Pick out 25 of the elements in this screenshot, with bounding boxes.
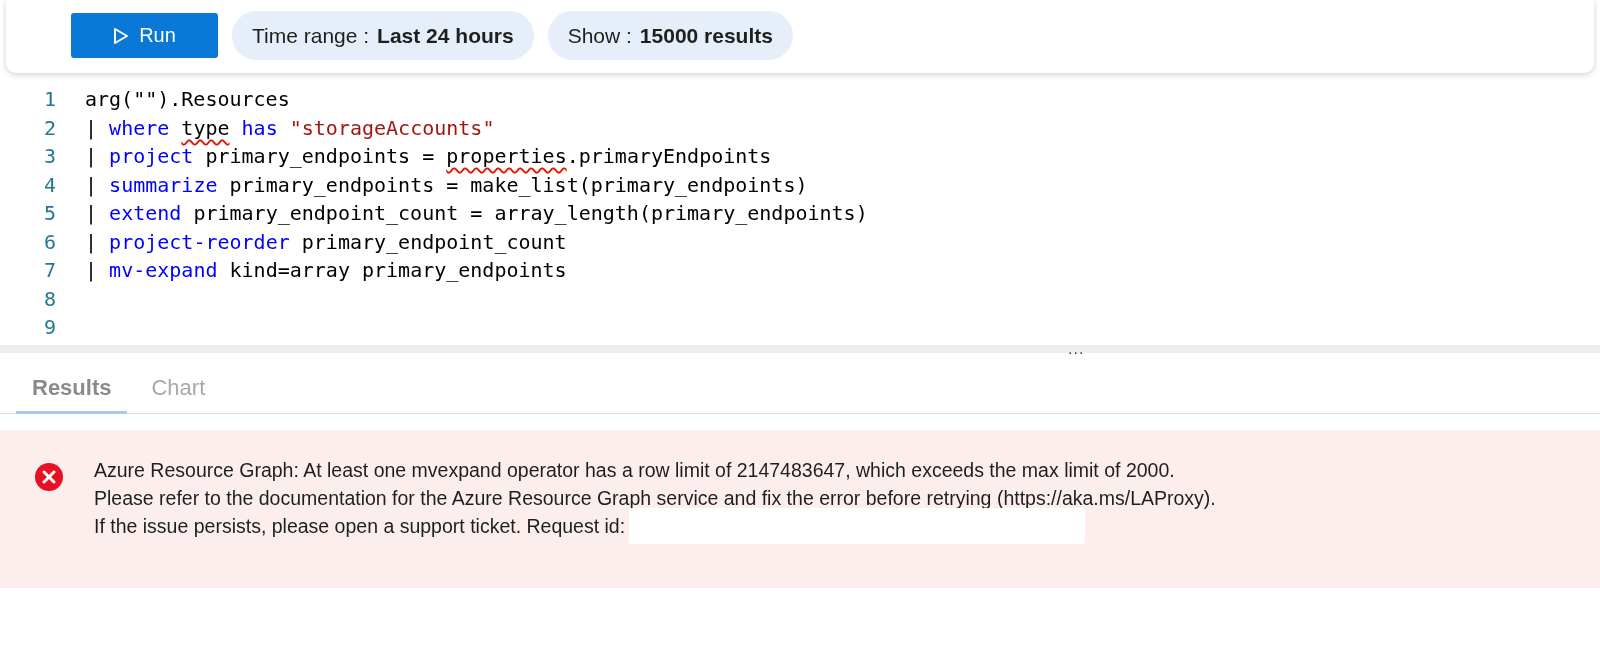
line-number: 7 xyxy=(42,258,56,283)
line-number: 1 xyxy=(42,87,56,112)
code-line: | summarize primary_endpoints = make_list(primary_endpoints) xyxy=(85,172,808,197)
line-number: 2 xyxy=(42,115,56,140)
splitter-bar[interactable]: ... xyxy=(0,345,1600,353)
line-number: 9 xyxy=(42,315,56,340)
code-line: | project-reorder primary_endpoint_count xyxy=(85,229,567,254)
code-line: | extend primary_endpoint_count = array_length(primary_endpoints) xyxy=(85,201,868,226)
error-message: Azure Resource Graph: At least one mvexpand operator has a row limit of 2147483647, which exceeds the max limit of 2000. xyxy=(94,458,1175,482)
line-number: 8 xyxy=(42,286,56,311)
play-icon xyxy=(113,26,130,45)
error-message: If the issue persists, please open a support ticket. Request id: xyxy=(94,514,626,538)
line-number: 6 xyxy=(42,229,56,254)
filter-pill[interactable]: Time range : Last 24 hours xyxy=(232,11,534,60)
filter-pill[interactable]: Show : 15000 results xyxy=(547,11,793,60)
code-line: | mv-expand kind=array primary_endpoints xyxy=(85,258,567,283)
line-number: 5 xyxy=(42,201,56,226)
run-button[interactable]: Run xyxy=(71,13,218,58)
code-line: | where type has "storageAccounts" xyxy=(85,115,495,140)
line-number: 3 xyxy=(42,144,56,169)
line-number: 4 xyxy=(42,172,56,197)
error-icon xyxy=(34,462,64,492)
code-line: arg("").Resources xyxy=(85,87,290,112)
error-message: Please refer to the documentation for the Azure Resource Graph service and fix the error before retrying (https://aka.ms/LAProxy). xyxy=(94,486,1216,510)
code-line: | project primary_endpoints = properties.primaryEndpoints xyxy=(85,144,772,169)
